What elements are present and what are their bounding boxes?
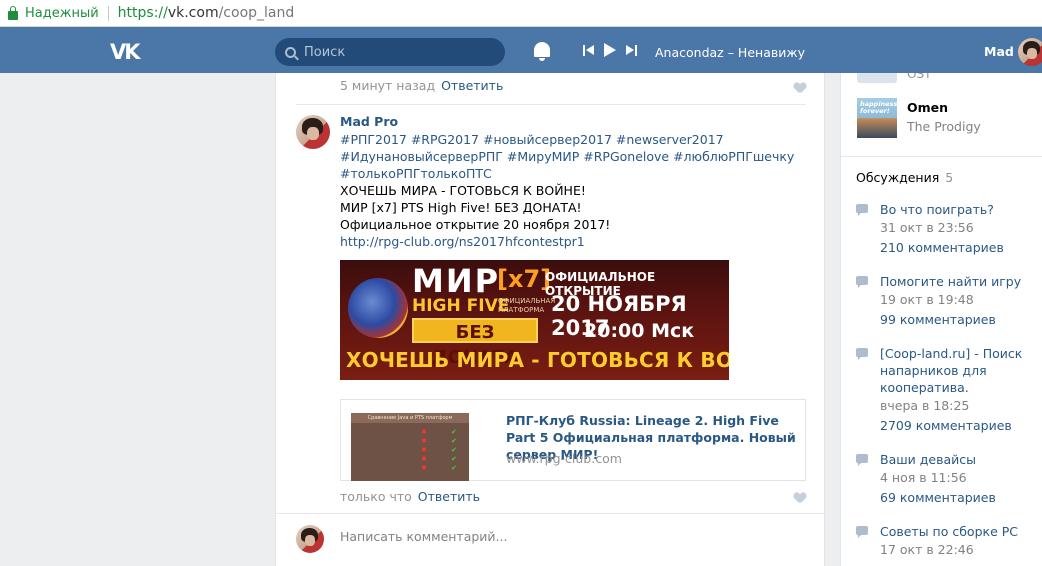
thumb-title: Сравнение Java и PTS платформ [351, 413, 469, 423]
post-author-avatar[interactable] [296, 115, 330, 149]
vk-header: VK Anacondaz – Ненавижу Mad [0, 27, 1042, 73]
topic-title[interactable]: Советы по сборке PC [880, 523, 1030, 540]
now-playing-track[interactable]: Anacondaz – Ненавижу [655, 45, 805, 60]
next-track-icon[interactable] [625, 44, 637, 56]
previous-track-icon[interactable] [583, 44, 595, 56]
topic-title[interactable]: Ваши девайсы [880, 451, 1030, 468]
search-input[interactable] [304, 44, 484, 60]
comment-bubble-icon [856, 526, 868, 538]
banner-high-five: HIGH FIVE [412, 296, 510, 316]
bell-icon[interactable] [534, 42, 550, 61]
secure-label: Надежный [25, 5, 99, 21]
post-meta: только что Ответить [340, 489, 480, 504]
post-author-name[interactable]: Mad Pro [340, 114, 398, 129]
topic-title[interactable]: Помогите найти игру [880, 273, 1030, 290]
comment-avatar [296, 525, 324, 553]
url-scheme[interactable]: https:// [118, 5, 168, 21]
audio-player-controls [583, 43, 637, 57]
user-name[interactable]: Mad [984, 44, 1014, 59]
divider [296, 104, 806, 105]
banner-no-donate: БЕЗ ДОНАТА [412, 318, 538, 368]
hashtags-line[interactable]: #ИдунановыйсерверРПГ #МируМИР #RPGonelov… [340, 148, 810, 165]
lock-icon [8, 5, 18, 20]
topic-comments[interactable]: 210 комментариев [880, 240, 1004, 255]
album-text: happiness forever! [860, 100, 897, 115]
url-host[interactable]: vk.com [168, 5, 219, 21]
comment-bubble-icon [856, 454, 868, 466]
previous-comment-meta: 5 минут назад Ответить [340, 78, 503, 93]
banner-slogan: ХОЧЕШЬ МИРА - ГОТОВЬСЯ К ВОЙНЕ [346, 348, 729, 372]
post-card: 5 минут назад Ответить Mad Pro #РПГ2017 #… [275, 73, 825, 566]
link-preview-thumbnail[interactable]: Сравнение Java и PTS платформ ✖ ✔ ✖ ✔ ✖ ✔ ✖… [351, 413, 469, 481]
hashtags-line[interactable]: #РПГ2017 #RPG2017 #новыйсервер2017 #news… [340, 131, 810, 148]
album-cover[interactable] [857, 73, 897, 83]
topic-title[interactable]: Во что поиграть? [880, 201, 1030, 218]
post-text-line: МИР [x7] PTS High Five! БЕЗ ДОНАТА! [340, 200, 582, 215]
vk-logo[interactable]: VK [110, 40, 140, 64]
link-preview[interactable]: Сравнение Java и PTS платформ ✖ ✔ ✖ ✔ ✖ ✔ ✖… [340, 399, 806, 481]
audio-title[interactable]: Omen [907, 100, 948, 115]
album-cover[interactable]: happiness forever! [857, 98, 897, 138]
reply-link[interactable]: Ответить [441, 78, 503, 93]
banner-mir: МИР [412, 262, 501, 300]
topic-title[interactable]: [Coop-land.ru] - Поиск напарников для ко… [880, 345, 1030, 396]
topic-date: вчера в 18:25 [880, 398, 970, 413]
topic-comments[interactable]: 2709 комментариев [880, 418, 1012, 433]
like-heart-icon[interactable] [794, 493, 806, 504]
audio-artist: OST [907, 73, 931, 79]
topic-comments[interactable]: 69 комментариев [880, 490, 996, 505]
url-path[interactable]: /coop_land [219, 5, 295, 21]
discussions-count: 5 [945, 170, 954, 185]
emblem-icon [348, 278, 408, 338]
topic-date: 31 окт в 23:56 [880, 220, 974, 235]
post-image-banner[interactable]: МИР [x7] HIGH FIVE ОФИЦИАЛЬНАЯ ПЛАТФОРМА… [340, 260, 729, 380]
banner-x7: [x7] [497, 265, 552, 293]
discussions-header[interactable]: Обсуждения 5 [856, 170, 953, 185]
divider [841, 156, 1042, 157]
post-text: #РПГ2017 #RPG2017 #новыйсервер2017 #news… [340, 131, 810, 250]
post-text-line: ХОЧЕШЬ МИРА - ГОТОВЬСЯ К ВОЙНЕ! [340, 183, 586, 198]
topic-comments[interactable]: 99 комментариев [880, 312, 996, 327]
divider [276, 513, 824, 514]
comment-time: 5 минут назад [340, 78, 436, 93]
comment-input[interactable] [340, 529, 790, 544]
comment-bubble-icon [856, 276, 868, 288]
divider [107, 5, 109, 21]
topic-date: 17 окт в 22:46 [880, 542, 974, 557]
topic-date: 4 ноя в 11:56 [880, 470, 967, 485]
like-heart-icon[interactable] [794, 83, 806, 94]
comment-bubble-icon [856, 348, 868, 360]
discussions-label: Обсуждения [856, 170, 940, 185]
post-text-line: Официальное открытие 20 ноября 2017! [340, 217, 611, 232]
audio-artist[interactable]: The Prodigy [907, 119, 981, 134]
link-preview-domain: www.rpg-club.com [506, 451, 622, 466]
search-box[interactable] [275, 38, 505, 66]
browser-address-bar[interactable]: Надежный https://vk.com/coop_land [0, 0, 1042, 27]
post-time: только что [340, 489, 412, 504]
banner-platform: ОФИЦИАЛЬНАЯ ПЛАТФОРМА [498, 297, 556, 314]
post-link[interactable]: http://rpg-club.org/ns2017hfcontestpr1 [340, 233, 810, 250]
search-icon [285, 46, 296, 58]
comment-bubble-icon [856, 204, 868, 216]
topic-date: 19 окт в 19:48 [880, 292, 974, 307]
hashtags-line[interactable]: #толькоРПГтолькоПТС [340, 165, 810, 182]
right-sidebar: OST happiness forever! Omen The Prodigy … [840, 73, 1042, 566]
avatar[interactable] [1018, 38, 1042, 66]
banner-time: 20:00 Мск [584, 320, 695, 342]
play-icon[interactable] [604, 43, 616, 57]
reply-link[interactable]: Ответить [418, 489, 480, 504]
